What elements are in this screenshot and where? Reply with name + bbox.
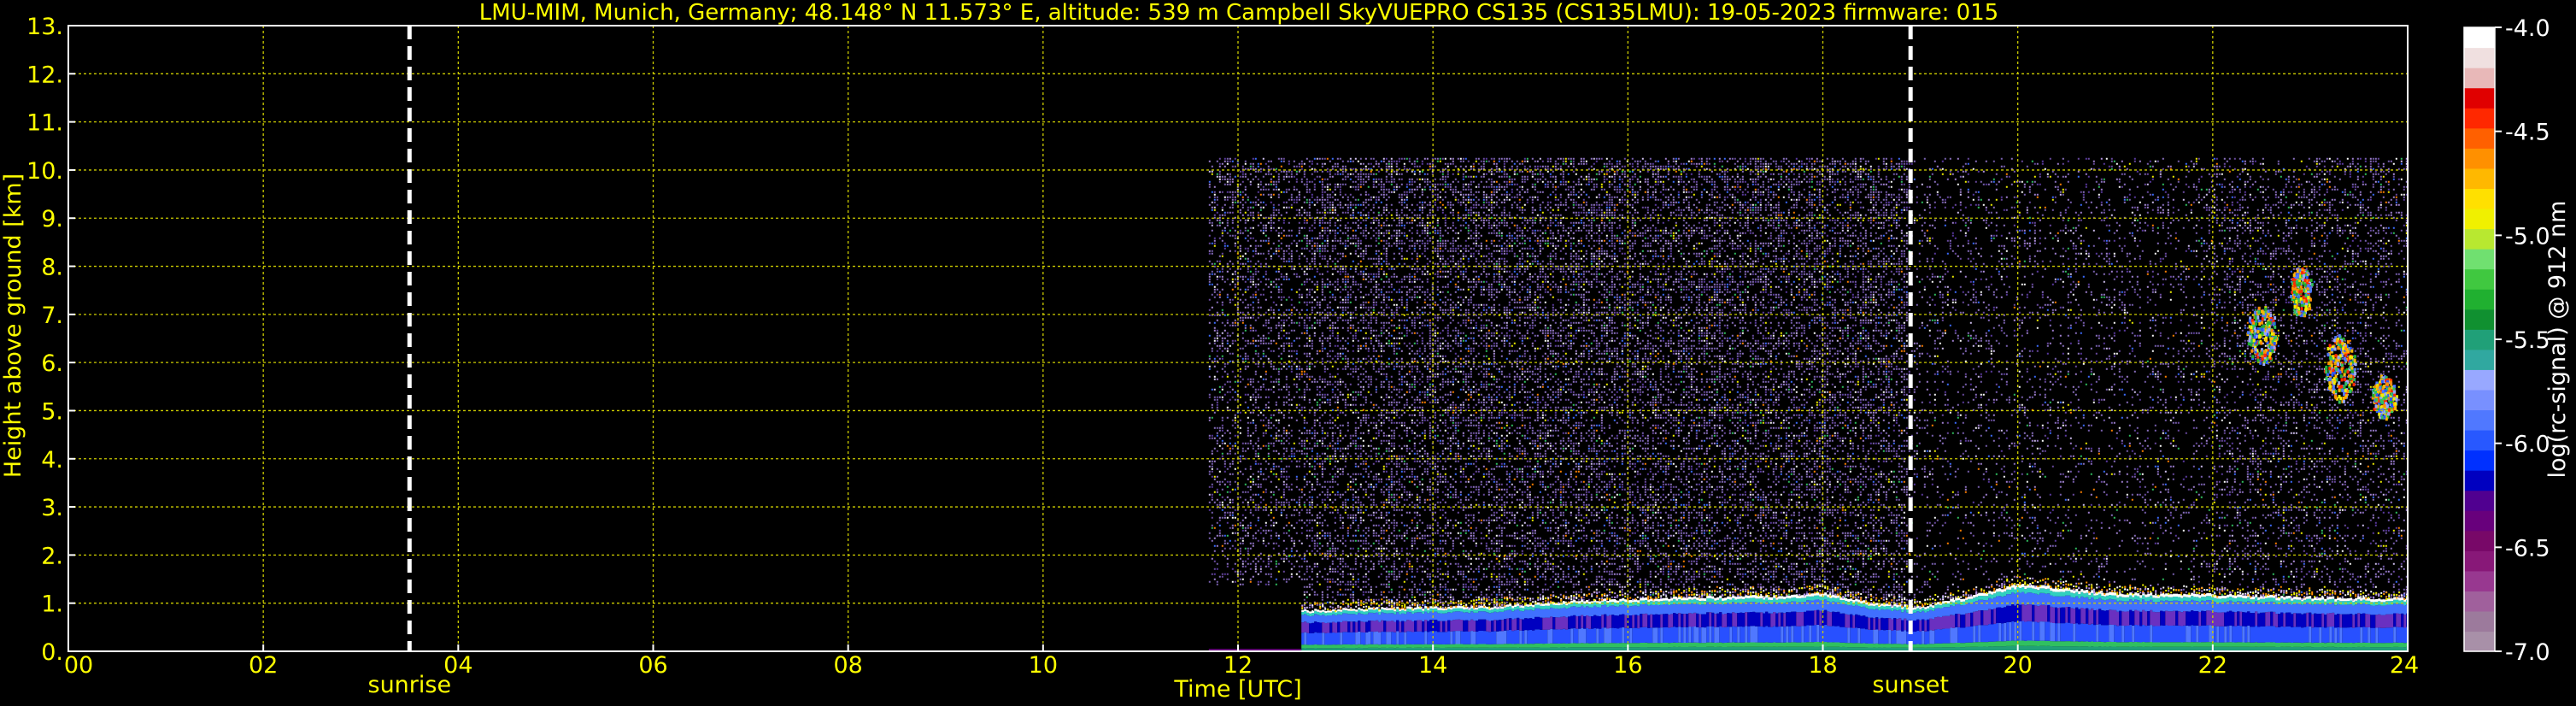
y-axis-label: Height above ground [km]	[0, 174, 26, 478]
colorbar-tick-label: -6.0	[2505, 432, 2550, 458]
ceilometer-chart: sunrise sunset 00 02 04 06 08 10 12 14 16 18 20 22 24…	[0, 0, 2576, 706]
y-tick-label: 6.	[41, 350, 63, 377]
colorbar-tick-label: -5.0	[2505, 223, 2550, 250]
x-tick-label: 22	[2198, 652, 2227, 679]
colorbar-segment	[2464, 550, 2495, 572]
colorbar-segment	[2464, 450, 2495, 471]
colorbar-segment	[2464, 610, 2495, 632]
y-tick-label: 8.	[41, 255, 63, 281]
colorbar-segment	[2464, 631, 2495, 652]
x-tick-label: 00	[64, 652, 93, 679]
y-tick-label: 9.	[41, 206, 63, 232]
colorbar-segment	[2464, 369, 2495, 391]
y-tick-label: 11.	[26, 110, 63, 137]
x-tick-label: 02	[249, 652, 278, 679]
colorbar-segment	[2464, 87, 2495, 109]
colorbar-segment	[2464, 490, 2495, 511]
event-label: sunrise	[368, 672, 452, 698]
x-tick-label: 24	[2390, 652, 2419, 679]
y-tick-label: 2.	[41, 543, 63, 569]
event-label: sunset	[1872, 672, 1949, 698]
x-tick-label: 10	[1029, 652, 1058, 679]
y-tick-label: 4.	[41, 447, 63, 474]
colorbar-segment	[2464, 108, 2495, 129]
colorbar-segment	[2464, 127, 2495, 149]
x-tick-label: 12	[1223, 652, 1253, 679]
colorbar-segment	[2464, 429, 2495, 451]
y-tick-label: 0.	[41, 639, 63, 666]
colorbar-segment	[2464, 68, 2495, 89]
x-axis-label: Time [UTC]	[1173, 676, 1301, 703]
colorbar-tick-label: -4.5	[2505, 120, 2550, 146]
y-tick-label: 13.	[26, 14, 63, 40]
y-tick-label: 3.	[41, 495, 63, 521]
y-tick-label: 10.	[26, 158, 63, 185]
colorbar-segment	[2464, 349, 2495, 370]
y-tick-label: 12.	[26, 62, 63, 88]
colorbar-tick-label: -5.5	[2505, 327, 2550, 354]
colorbar-tick-label: -4.0	[2505, 15, 2550, 42]
y-tick-label: 5.	[41, 398, 63, 425]
colorbar-segment	[2464, 168, 2495, 189]
x-tick-label: 18	[1808, 652, 1837, 679]
x-tick-label: 20	[2003, 652, 2032, 679]
x-tick-label: 16	[1613, 652, 1642, 679]
colorbar-tick-label: -6.5	[2505, 535, 2550, 562]
colorbar-segment	[2464, 309, 2495, 330]
colorbar-tick-label: -7.0	[2505, 639, 2550, 666]
colorbar-segment	[2464, 27, 2495, 49]
colorbar-segment	[2464, 289, 2495, 310]
colorbar-segment	[2464, 409, 2495, 431]
y-tick-label: 7.	[41, 303, 63, 329]
colorbar-segment	[2464, 228, 2495, 250]
colorbar-segment	[2464, 268, 2495, 290]
colorbar-segment	[2464, 510, 2495, 532]
chart-title: LMU-MIM, Munich, Germany; 48.148° N 11.5…	[479, 0, 1998, 26]
colorbar-segment	[2464, 188, 2495, 209]
y-tick-label: 1.	[41, 591, 63, 618]
colorbar-segment	[2464, 591, 2495, 612]
colorbar-segment	[2464, 148, 2495, 169]
colorbar-segment	[2464, 47, 2495, 68]
colorbar-segment	[2464, 208, 2495, 230]
colorbar-segment	[2464, 389, 2495, 411]
x-tick-label: 14	[1418, 652, 1447, 679]
x-tick-label: 06	[638, 652, 667, 679]
colorbar-segment	[2464, 249, 2495, 270]
x-tick-label: 04	[443, 652, 472, 679]
colorbar-segment	[2464, 329, 2495, 350]
colorbar-segment	[2464, 530, 2495, 551]
colorbar-segment	[2464, 570, 2495, 591]
x-tick-label: 08	[833, 652, 862, 679]
colorbar-segment	[2464, 470, 2495, 491]
colorbar-label: log(rc-signal) @ 912 nm	[2544, 201, 2571, 479]
